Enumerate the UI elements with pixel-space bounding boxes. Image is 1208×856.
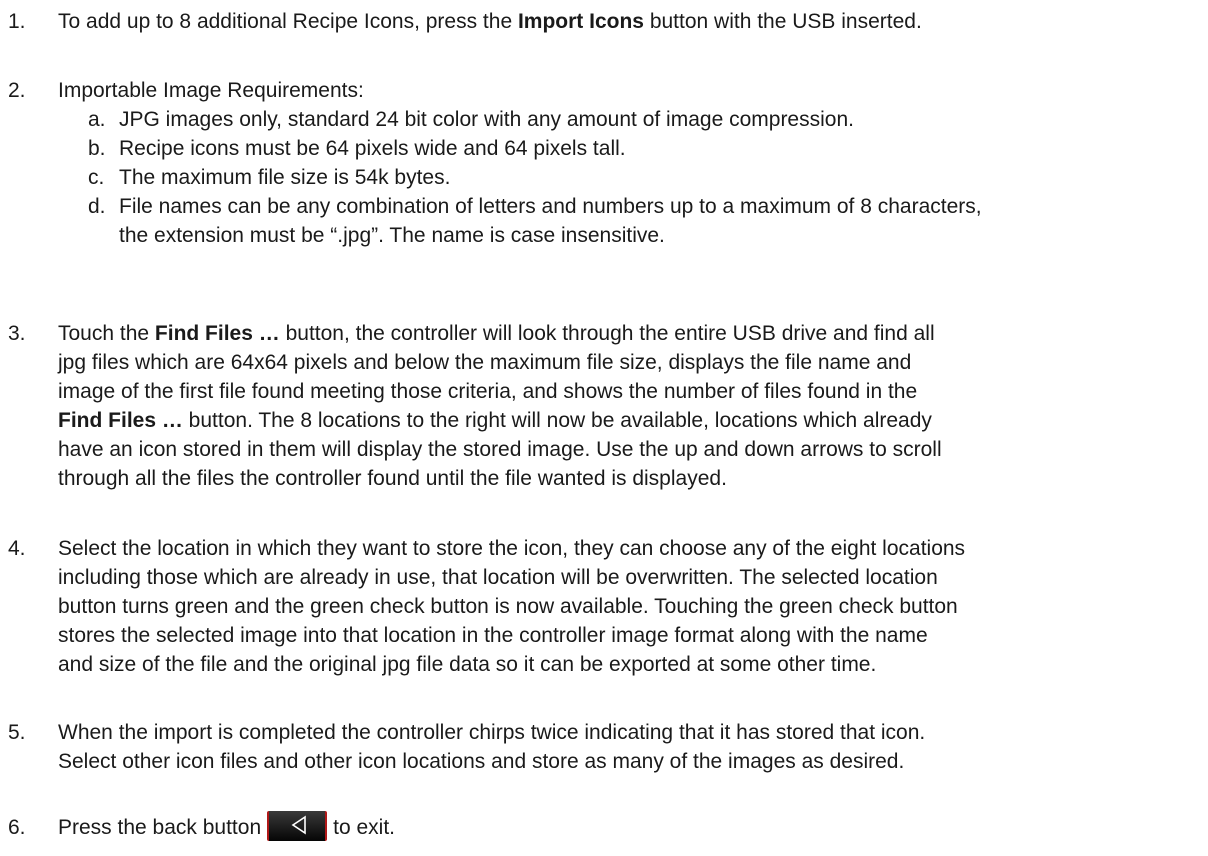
item-number: 3.	[8, 322, 26, 345]
sub-letter: a.	[88, 108, 106, 131]
bold-term: Find Files …	[58, 409, 183, 432]
item-text: When the import is completed the control…	[58, 718, 1203, 776]
item-number: 2.	[8, 79, 26, 102]
list-item-2: 2. Importable Image Requirements: a. JPG…	[8, 76, 1203, 250]
sub-item-d: d. File names can be any combination of …	[88, 192, 1203, 250]
item-number: 6.	[8, 816, 26, 839]
sub-letter: d.	[88, 195, 106, 218]
back-triangle-icon	[291, 815, 306, 835]
text-run: button, the controller will look through…	[279, 322, 935, 345]
item-text: Press the back button to exit.	[58, 811, 1203, 842]
sub-item-a: a. JPG images only, standard 24 bit colo…	[88, 105, 1203, 134]
text-run: Press the back button	[58, 816, 262, 839]
text-line: Select the location in which they want t…	[58, 537, 966, 560]
text-line: Select other icon files and other icon l…	[58, 750, 905, 773]
document: 1. To add up to 8 additional Recipe Icon…	[0, 0, 1208, 856]
sub-text-line-1: File names can be any combination of let…	[119, 195, 982, 218]
sub-letter: b.	[88, 137, 106, 160]
sub-item-b: b. Recipe icons must be 64 pixels wide a…	[88, 134, 1203, 163]
item-number: 4.	[8, 537, 26, 560]
list-item-5: 5. When the import is completed the cont…	[8, 718, 1203, 776]
sub-text: JPG images only, standard 24 bit color w…	[119, 108, 854, 131]
bold-term: Find Files …	[154, 322, 280, 345]
list-item-3: 3. Touch the Find Files … button, the co…	[8, 319, 1203, 493]
text-run: button. The 8 locations to the right wil…	[182, 409, 932, 432]
list-item-4: 4. Select the location in which they wan…	[8, 534, 1203, 679]
text-run: button with the USB inserted.	[643, 10, 922, 33]
item-text: Touch the Find Files … button, the contr…	[58, 319, 1203, 493]
sub-text: The maximum file size is 54k bytes.	[119, 166, 451, 189]
text-line: When the import is completed the control…	[58, 721, 926, 744]
text-run: Touch the	[58, 322, 155, 345]
text-line: stores the selected image into that loca…	[58, 624, 928, 647]
sub-letter: c.	[88, 166, 105, 189]
list-item-1: 1. To add up to 8 additional Recipe Icon…	[8, 7, 1203, 36]
text-line: Touch the Find Files … button, the contr…	[58, 319, 1203, 348]
text-line: and size of the file and the original jp…	[58, 653, 877, 676]
sub-text-line-2: the extension must be “.jpg”. The name i…	[119, 224, 665, 247]
text-line: have an icon stored in them will display…	[58, 438, 942, 461]
text-run: to exit.	[333, 816, 395, 839]
item-number: 1.	[8, 10, 26, 33]
sub-item-c: c. The maximum file size is 54k bytes.	[88, 163, 1203, 192]
text-line: jpg files which are 64x64 pixels and bel…	[58, 351, 912, 374]
text-line: Find Files … button. The 8 locations to …	[58, 406, 1203, 435]
item-text: Importable Image Requirements:	[58, 79, 364, 102]
bold-term: Import Icons	[517, 10, 644, 33]
text-line: button turns green and the green check b…	[58, 595, 958, 618]
text-line: image of the first file found meeting th…	[58, 380, 918, 403]
item-number: 5.	[8, 721, 26, 744]
text-run: To add up to 8 additional Recipe Icons, …	[58, 10, 518, 33]
text-line: including those which are already in use…	[58, 566, 938, 589]
text-line: through all the files the controller fou…	[58, 467, 727, 490]
item-text: To add up to 8 additional Recipe Icons, …	[58, 7, 1203, 36]
sub-text: Recipe icons must be 64 pixels wide and …	[119, 137, 626, 160]
item-text: Select the location in which they want t…	[58, 534, 1203, 679]
back-button-image	[267, 811, 328, 842]
list-item-6: 6. Press the back button to exit.	[8, 811, 1203, 842]
